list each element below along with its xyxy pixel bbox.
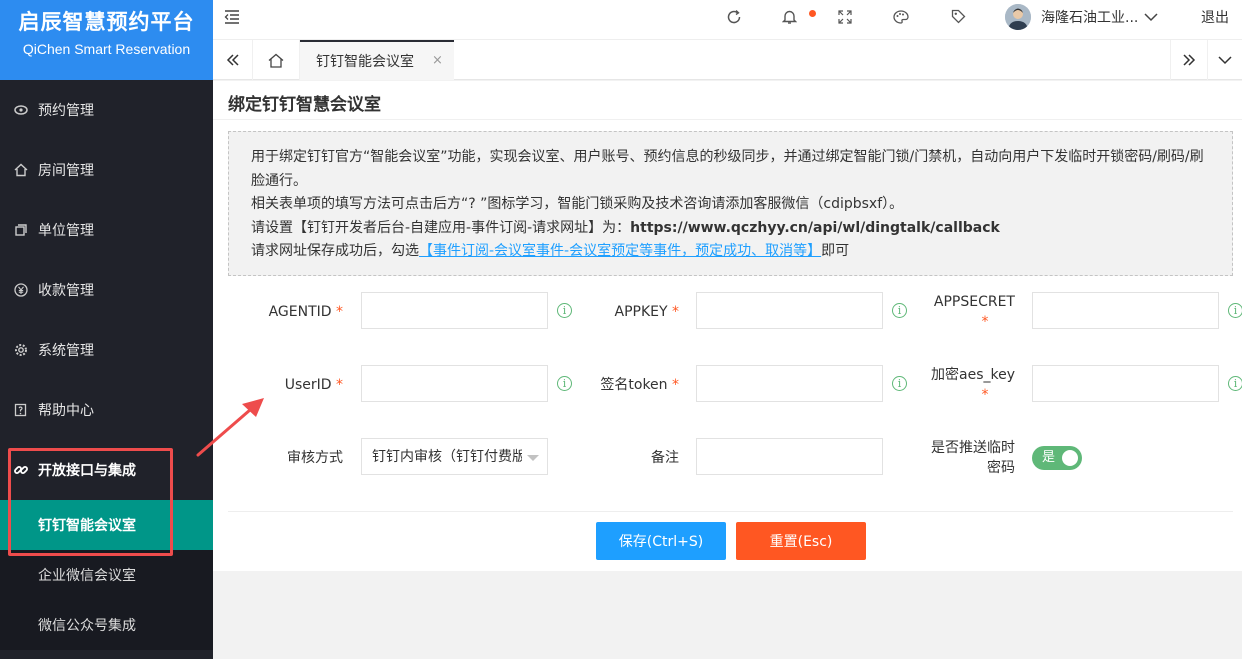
appkey-label: APPKEY * [614,304,680,320]
agentid-input[interactable] [361,292,548,329]
notice-line-4-prefix: 请求网址保存成功后，勾选 [251,243,419,259]
agentid-label: AGENTID * [268,304,343,320]
notification-dot [809,10,816,17]
push-temp-password-label: 是否推送临时 密码 [931,440,1015,476]
tab-close-icon[interactable]: × [432,53,443,68]
form-divider [228,511,1233,512]
token-info-icon[interactable]: i [892,376,907,391]
app-title: 启辰智慧预约平台 [18,10,195,34]
tab-home[interactable] [253,40,300,80]
tab-scroll-left-button[interactable] [213,40,253,80]
notice-box: 用于绑定钉钉官方“智能会议室”功能，实现会议室、用户账号、预约信息的秒级同步，并… [228,131,1233,276]
home-icon [12,161,30,179]
aes-key-input[interactable] [1032,365,1219,402]
sidebar: 启辰智慧预约平台 QiChen Smart Reservation 预约管理 房… [0,0,213,659]
sidebar-item-label: 帮助中心 [38,403,94,419]
agentid-info-icon[interactable]: i [557,303,572,318]
gear-icon [12,341,30,359]
token-input[interactable] [696,365,883,402]
user-name: 海隆石油工业... [1041,10,1139,26]
aes-key-info-icon[interactable]: i [1228,376,1242,391]
link-icon [12,461,30,479]
callback-url: https://www.qczhyy.cn/api/wl/dingtalk/ca… [630,219,1000,236]
toggle-knob [1062,450,1078,466]
save-button[interactable]: 保存(Ctrl+S) [596,522,726,560]
push-temp-password-toggle[interactable]: 是 [1032,446,1082,470]
sidebar-item-label: 预约管理 [38,103,94,119]
menu-collapse-icon[interactable] [221,0,243,33]
main-content: 绑定钉钉智慧会议室 用于绑定钉钉官方“智能会议室”功能，实现会议室、用户账号、预… [213,81,1242,571]
appsecret-label: APPSECRET * [933,294,1015,330]
sidebar-subitem-wechat-mp[interactable]: 微信公众号集成 [0,600,213,650]
remark-label: 备注 [651,450,679,466]
reset-button[interactable]: 重置(Esc) [736,522,866,560]
caret-down-icon [527,455,539,461]
sidebar-item-help[interactable]: 帮助中心 [0,380,213,440]
sidebar-item-label: 开放接口与集成 [38,463,136,479]
tag-icon[interactable] [947,0,969,33]
sidebar-item-label: 系统管理 [38,343,94,359]
help-icon [12,401,30,419]
userid-label: UserID * [284,377,343,393]
title-divider [213,119,1242,120]
token-label: 签名token * [600,377,679,393]
notice-line-3: 请设置【钉钉开发者后台-自建应用-事件订阅-请求网址】为：https://www… [251,217,1210,241]
app-logo[interactable]: 启辰智慧预约平台 QiChen Smart Reservation [0,0,213,80]
sidebar-item-rooms[interactable]: 房间管理 [0,140,213,200]
audit-method-label: 审核方式 [287,450,343,466]
appkey-input[interactable] [696,292,883,329]
reservation-icon [12,101,30,119]
page-title: 绑定钉钉智慧会议室 [228,95,381,115]
userid-input[interactable] [361,365,548,402]
sidebar-item-label: 收款管理 [38,283,94,299]
form-row-3: 审核方式 钉钉内审核（钉钉付费版） 备注 是否推送临时密码 是 [213,438,1242,478]
form-row-1: AGENTID * i APPKEY * i APPSECRET * i [213,292,1242,332]
tab-dingtalk-room[interactable]: 钉钉智能会议室 × [300,40,454,80]
audit-method-select[interactable]: 钉钉内审核（钉钉付费版） [361,438,548,475]
audit-method-value: 钉钉内审核（钉钉付费版） [372,449,522,465]
sidebar-item-payments[interactable]: 收款管理 [0,260,213,320]
aes-key-label: 加密aes_key * [931,367,1015,403]
sidebar-item-label: 单位管理 [38,223,94,239]
home-icon [268,53,284,68]
notice-line-3-prefix: 请设置【钉钉开发者后台-自建应用-事件订阅-请求网址】为： [251,219,631,236]
sidebar-item-units[interactable]: 单位管理 [0,200,213,260]
top-header: 海隆石油工业... 退出 [213,0,1242,40]
tab-label: 钉钉智能会议室 [316,54,414,70]
tab-bar: 钉钉智能会议室 × [213,40,1242,80]
sidebar-submenu: 钉钉智能会议室 企业微信会议室 微信公众号集成 [0,500,213,650]
refresh-icon[interactable] [723,0,745,33]
toggle-label: 是 [1042,450,1056,465]
notice-line-2: 相关表单项的填写方法可点击后方“? ”图标学习，智能门锁采购及技术咨询请添加客服… [251,196,904,212]
logout-link[interactable]: 退出 [1201,7,1229,27]
userid-info-icon[interactable]: i [557,376,572,391]
bell-icon[interactable] [778,0,800,33]
form-row-2: UserID * i 签名token * i 加密aes_key * i [213,365,1242,405]
event-subscription-link[interactable]: 【事件订阅-会议室事件-会议室预定等事件，预定成功、取消等】 [419,243,821,259]
sidebar-item-system[interactable]: 系统管理 [0,320,213,380]
user-menu[interactable]: 海隆石油工业... [1005,4,1158,30]
chevron-down-icon [1144,12,1158,22]
appkey-info-icon[interactable]: i [892,303,907,318]
sidebar-subitem-wecom[interactable]: 企业微信会议室 [0,550,213,600]
remark-input[interactable] [696,438,883,475]
notice-line-4-suffix: 即可 [821,243,850,259]
avatar [1005,4,1031,30]
sidebar-subitem-dingtalk[interactable]: 钉钉智能会议室 [0,500,213,550]
notice-line-1: 用于绑定钉钉官方“智能会议室”功能，实现会议室、用户账号、预约信息的秒级同步，并… [251,149,1204,189]
app-subtitle: QiChen Smart Reservation [22,41,191,57]
building-icon [12,221,30,239]
sidebar-item-reservation[interactable]: 预约管理 [0,80,213,140]
sidebar-item-label: 房间管理 [38,163,94,179]
sidebar-item-open-api[interactable]: 开放接口与集成 [0,440,213,500]
appsecret-info-icon[interactable]: i [1228,303,1242,318]
notice-line-4: 请求网址保存成功后，勾选【事件订阅-会议室事件-会议室预定等事件，预定成功、取消… [251,240,1210,264]
tab-options-chevron-icon[interactable] [1208,40,1242,80]
theme-palette-icon[interactable] [890,0,912,33]
fullscreen-icon[interactable] [834,0,856,33]
tab-scroll-right-button[interactable] [1170,40,1208,80]
yuan-icon [12,281,30,299]
appsecret-input[interactable] [1032,292,1219,329]
